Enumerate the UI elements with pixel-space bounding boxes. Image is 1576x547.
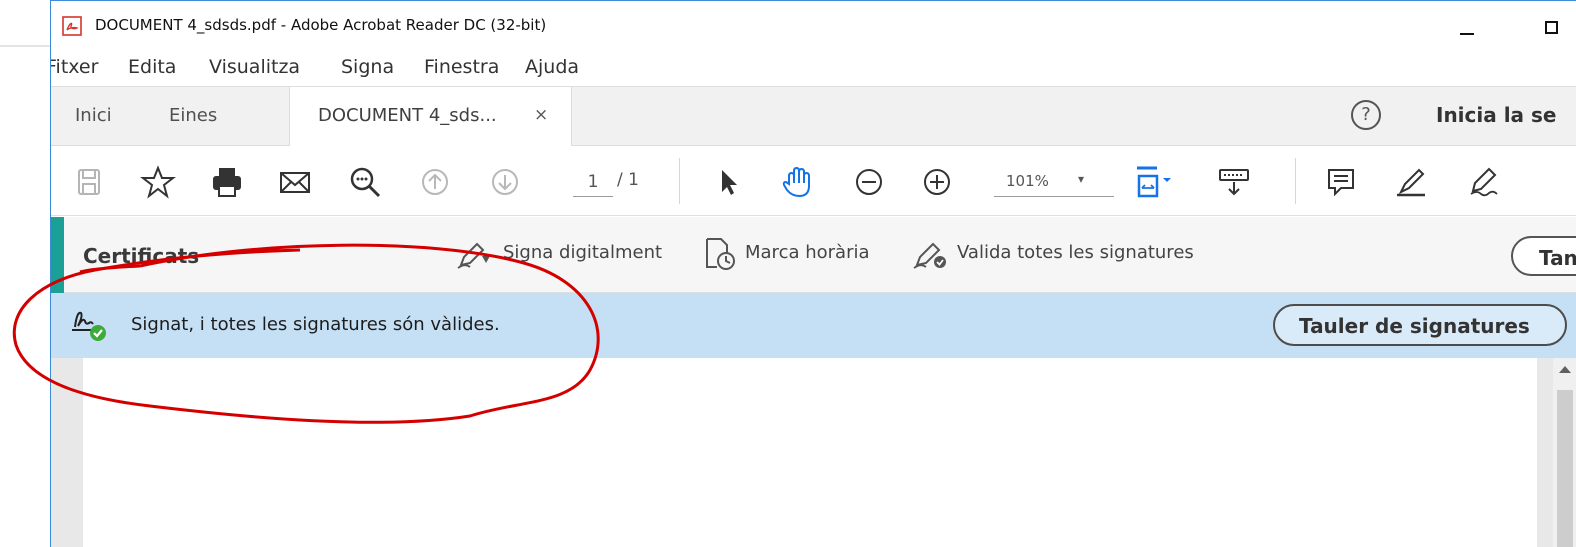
- timestamp-icon: [706, 238, 735, 270]
- title-bar: DOCUMENT 4_sdsds.pdf - Adobe Acrobat Rea…: [51, 1, 1576, 53]
- close-tool-label: Tan: [1539, 246, 1576, 270]
- print-icon[interactable]: [209, 164, 245, 200]
- menu-bar: Fitxer Edita Visualitza Signa Finestra A…: [51, 53, 1576, 86]
- star-icon[interactable]: [140, 164, 176, 200]
- scroll-up-icon[interactable]: [1559, 366, 1571, 373]
- zoom-in-icon[interactable]: [919, 164, 955, 200]
- menu-window[interactable]: Finestra: [424, 56, 499, 78]
- hand-icon[interactable]: [779, 164, 815, 200]
- document-viewport[interactable]: [51, 358, 1576, 547]
- signature-panel-label: Tauler de signatures: [1299, 314, 1530, 338]
- comment-icon[interactable]: [1323, 164, 1359, 200]
- toolbar-divider: [1295, 158, 1296, 204]
- tab-tools[interactable]: Eines: [169, 105, 217, 126]
- close-tab-icon[interactable]: ×: [534, 105, 548, 125]
- sign-icon[interactable]: [1465, 164, 1501, 200]
- validate-all-signatures-button[interactable]: Valida totes les signatures: [957, 242, 1194, 263]
- tool-accent-bar: [51, 217, 64, 293]
- chevron-down-icon: ▾: [1078, 172, 1085, 186]
- tab-home[interactable]: Inici: [75, 105, 112, 126]
- tab-bar: Inici Eines DOCUMENT 4_sds... × ? Inicia…: [51, 86, 1576, 147]
- pdf-page[interactable]: [83, 358, 1537, 547]
- signature-panel-button[interactable]: Tauler de signatures: [1273, 304, 1567, 346]
- page-total-label: / 1: [617, 170, 639, 190]
- tab-document-label: DOCUMENT 4_sds...: [318, 105, 497, 126]
- page-down-icon[interactable]: [487, 164, 523, 200]
- menu-edit[interactable]: Edita: [128, 56, 176, 78]
- acrobat-pdf-icon: [62, 16, 82, 36]
- maximize-button[interactable]: [1521, 9, 1561, 45]
- menu-file[interactable]: Fitxer: [51, 56, 98, 78]
- desktop-divider: [0, 45, 50, 47]
- signature-status-message: Signat, i totes les signatures són vàlid…: [131, 314, 500, 335]
- toolbar-divider: [679, 158, 680, 204]
- validate-signatures-icon: [913, 242, 946, 269]
- digital-sign-icon: [457, 242, 490, 269]
- tab-document[interactable]: DOCUMENT 4_sds... ×: [289, 87, 572, 147]
- desktop-background: [0, 0, 50, 547]
- menu-help[interactable]: Ajuda: [525, 56, 579, 78]
- help-icon[interactable]: ?: [1351, 100, 1381, 130]
- acrobat-window: DOCUMENT 4_sdsds.pdf - Adobe Acrobat Rea…: [50, 0, 1576, 547]
- scroll-mode-icon[interactable]: [1216, 164, 1252, 200]
- vertical-scrollbar[interactable]: [1553, 358, 1576, 547]
- main-toolbar: 1 / 1 101% ▾: [51, 146, 1576, 216]
- scroll-thumb[interactable]: [1557, 390, 1573, 547]
- signature-status-bar: Signat, i totes les signatures són vàlid…: [51, 293, 1576, 358]
- menu-view[interactable]: Visualitza: [209, 56, 300, 78]
- minimize-button[interactable]: [1446, 9, 1486, 45]
- window-title: DOCUMENT 4_sdsds.pdf - Adobe Acrobat Rea…: [95, 16, 547, 34]
- fit-page-icon[interactable]: [1133, 164, 1177, 200]
- zoom-out-icon[interactable]: [851, 164, 887, 200]
- zoom-value: 101%: [1006, 172, 1049, 190]
- page-number-input[interactable]: 1: [573, 168, 613, 197]
- email-icon[interactable]: [277, 164, 313, 200]
- page-up-icon[interactable]: [417, 164, 453, 200]
- select-arrow-icon[interactable]: [711, 164, 747, 200]
- zoom-select[interactable]: 101% ▾: [994, 168, 1114, 197]
- certificates-title: Certificats: [83, 244, 200, 268]
- search-icon[interactable]: [347, 164, 383, 200]
- sign-in-link[interactable]: Inicia la se: [1436, 103, 1557, 127]
- certificates-toolbar: Certificats Signa digitalment Marca horà…: [51, 217, 1576, 293]
- save-icon[interactable]: [71, 164, 107, 200]
- valid-signature-icon: [72, 311, 106, 341]
- sign-digitally-button[interactable]: Signa digitalment: [503, 242, 662, 263]
- timestamp-button[interactable]: Marca horària: [745, 242, 870, 263]
- menu-sign[interactable]: Signa: [341, 56, 394, 78]
- close-tool-button[interactable]: Tan: [1511, 236, 1576, 276]
- highlight-icon[interactable]: [1393, 164, 1429, 200]
